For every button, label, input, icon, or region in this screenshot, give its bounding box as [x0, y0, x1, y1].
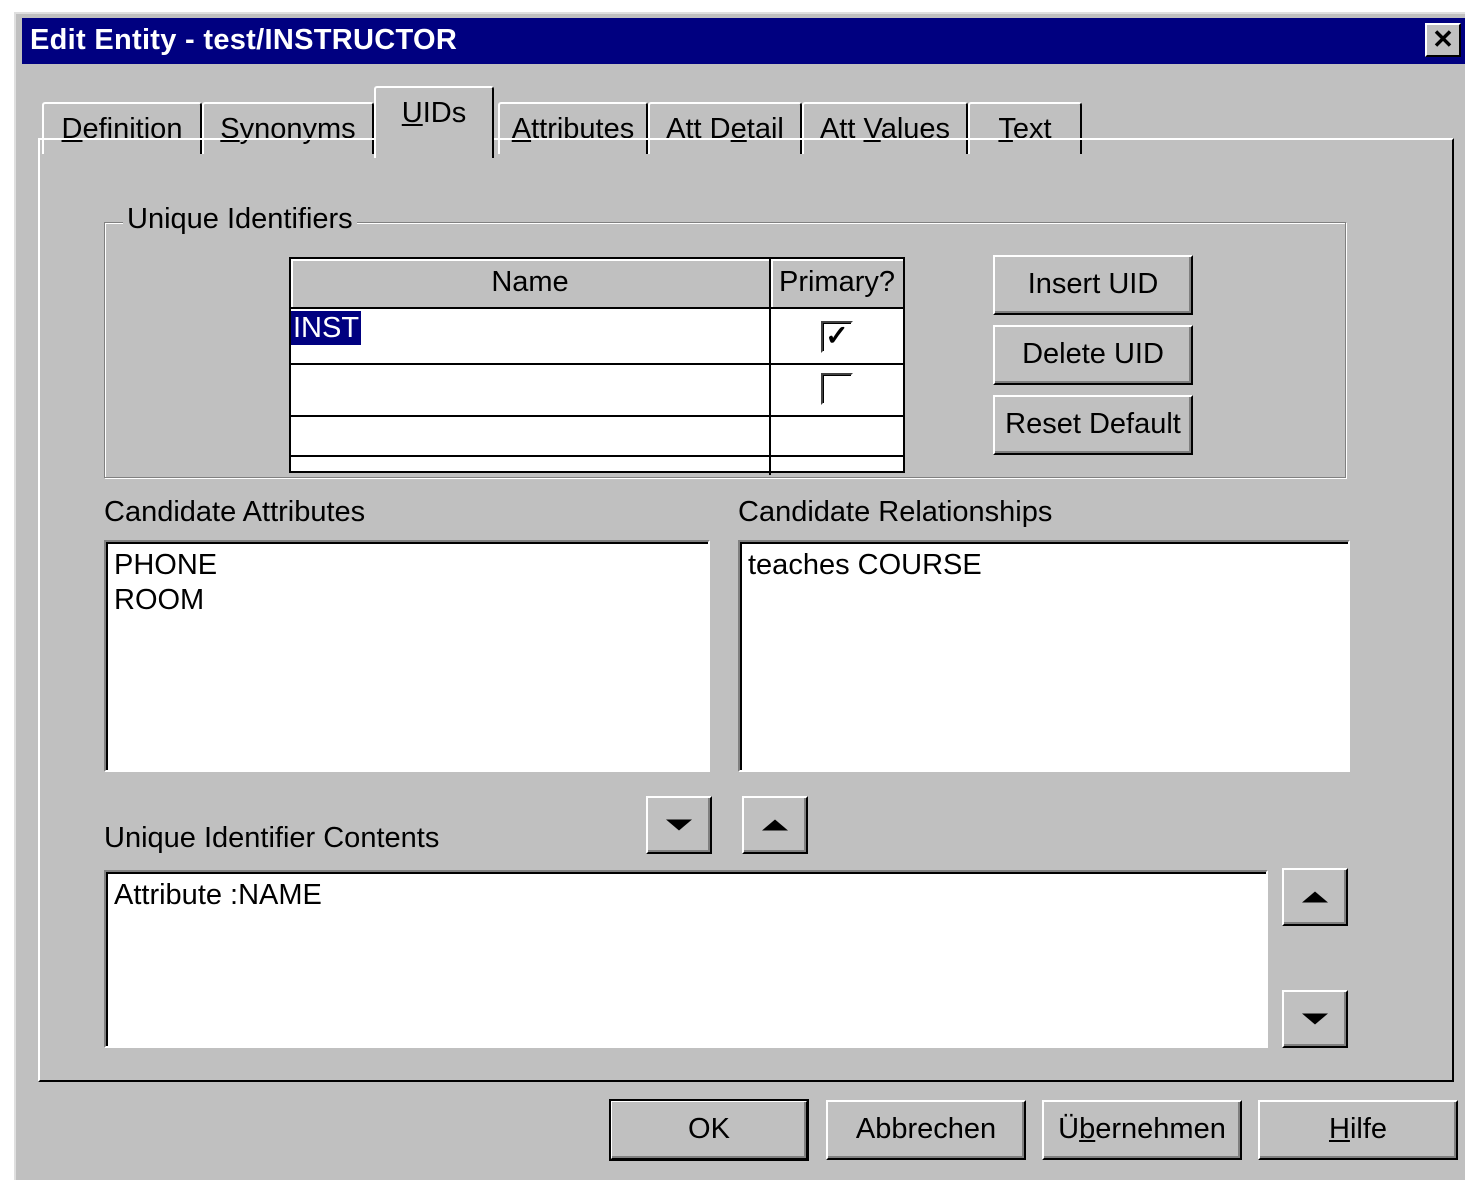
window-title: Edit Entity - test/INSTRUCTOR [30, 24, 458, 56]
delete-uid-button[interactable]: Delete UID [993, 325, 1193, 385]
ok-button[interactable]: OK [609, 1099, 809, 1161]
list-item[interactable]: Attribute :NAME [114, 878, 1258, 913]
reset-default-button[interactable]: Reset Default [993, 395, 1193, 455]
help-button[interactable]: Hilfe [1258, 1100, 1458, 1160]
primary-checkbox[interactable] [821, 373, 853, 405]
candidate-attributes-list[interactable]: PHONE ROOM [104, 540, 710, 772]
grid-row-divider [291, 455, 903, 457]
uid-contents-list[interactable]: Attribute :NAME [104, 870, 1268, 1048]
unique-identifiers-label: Unique Identifiers [123, 203, 357, 236]
close-button[interactable]: ✕ [1425, 23, 1461, 57]
column-header-name[interactable]: Name [291, 259, 771, 309]
uids-tab-panel: Unique Identifiers Name Primary? INST ✓ … [38, 138, 1454, 1082]
grid-column-divider [769, 309, 771, 475]
order-down-button[interactable] [1282, 990, 1348, 1048]
edit-entity-dialog: Edit Entity - test/INSTRUCTOR ✕ Definiti… [14, 12, 1465, 1180]
grid-row-divider [291, 415, 903, 417]
checkmark-icon: ✓ [825, 320, 849, 351]
list-item[interactable]: teaches COURSE [748, 548, 1340, 583]
tab-uids[interactable]: UIDs [374, 86, 494, 158]
uid-contents-label: Unique Identifier Contents [104, 822, 440, 854]
candidate-relationships-list[interactable]: teaches COURSE [738, 540, 1350, 772]
list-item[interactable]: ROOM [114, 583, 700, 618]
move-down-button[interactable] [646, 796, 712, 854]
move-up-button[interactable] [742, 796, 808, 854]
uid-name-cell[interactable]: INST [291, 311, 362, 345]
order-up-button[interactable] [1282, 868, 1348, 926]
title-bar[interactable]: Edit Entity - test/INSTRUCTOR ✕ [22, 18, 1465, 64]
unique-identifiers-group: Unique Identifiers Name Primary? INST ✓ … [104, 203, 1346, 478]
apply-button[interactable]: Übernehmen [1042, 1100, 1242, 1160]
close-icon: ✕ [1432, 24, 1454, 54]
up-arrow-icon [1302, 891, 1328, 903]
grid-row-divider [291, 363, 903, 365]
down-arrow-icon [1302, 1013, 1328, 1025]
candidate-relationships-label: Candidate Relationships [738, 496, 1053, 528]
down-arrow-icon [666, 819, 692, 831]
primary-checkbox[interactable]: ✓ [821, 321, 853, 353]
uid-name-cell[interactable] [291, 365, 295, 399]
column-header-primary[interactable]: Primary? [771, 259, 903, 309]
up-arrow-icon [762, 819, 788, 831]
list-item[interactable]: PHONE [114, 548, 700, 583]
insert-uid-button[interactable]: Insert UID [993, 255, 1193, 315]
uid-grid[interactable]: Name Primary? INST ✓ [289, 257, 905, 475]
cancel-button[interactable]: Abbrechen [826, 1100, 1026, 1160]
candidate-attributes-label: Candidate Attributes [104, 496, 366, 528]
